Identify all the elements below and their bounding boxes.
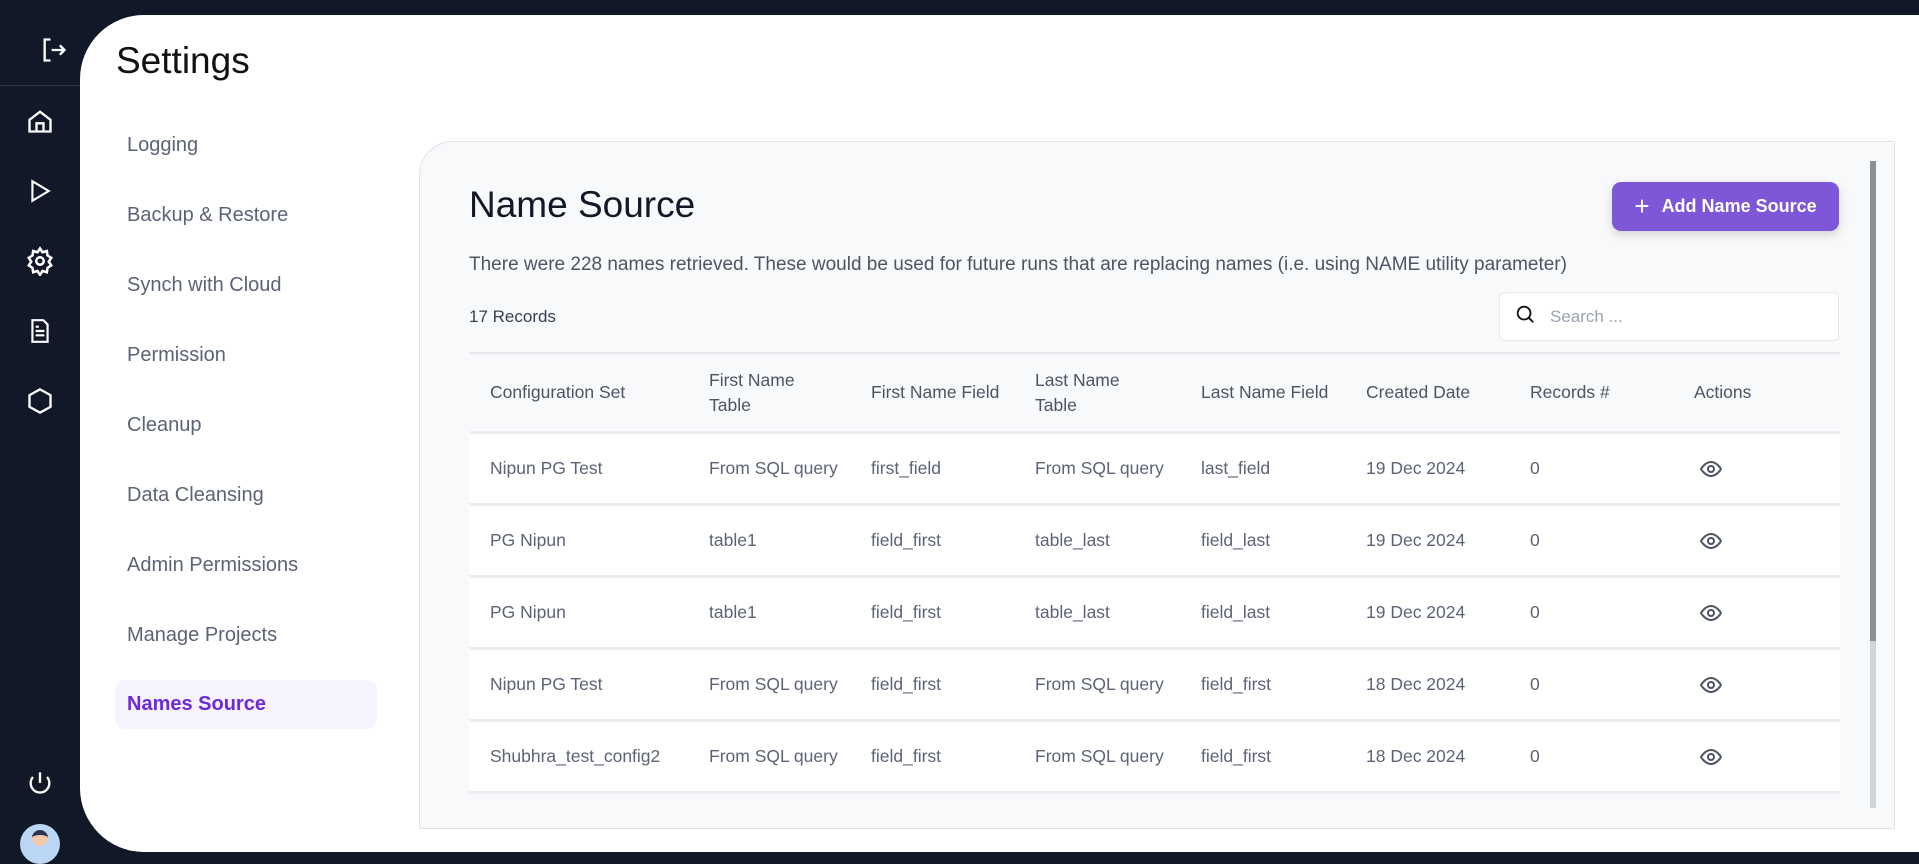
cell-last-name-table: From SQL query xyxy=(1035,458,1164,478)
divider xyxy=(0,85,80,86)
add-name-source-button[interactable]: + Add Name Source xyxy=(1612,182,1839,231)
plus-icon: + xyxy=(1634,191,1650,221)
view-eye-icon[interactable] xyxy=(1699,578,1829,647)
cell-first-name-field: first_field xyxy=(871,458,942,478)
cell-records: 0 xyxy=(1530,602,1540,622)
menu-item-synch-cloud[interactable]: Synch with Cloud xyxy=(115,250,377,320)
cell-last-name-table: From SQL query xyxy=(1035,674,1164,694)
settings-menu: Logging Backup & Restore Synch with Clou… xyxy=(115,110,377,729)
search-box[interactable] xyxy=(1499,292,1839,341)
table-row: Shubhra_test_config2 From SQL query field_… xyxy=(469,722,1840,794)
cell-last-name-field: last_field xyxy=(1201,458,1271,478)
cell-records: 0 xyxy=(1530,674,1540,694)
cell-first-name-table: table1 xyxy=(709,530,757,550)
hexagon-icon[interactable] xyxy=(24,385,56,417)
cell-first-name-table: From SQL query xyxy=(709,746,838,766)
cell-configuration-set: PG Nipun xyxy=(490,530,566,550)
menu-item-manage-projects[interactable]: Manage Projects xyxy=(115,600,377,670)
menu-item-backup-restore[interactable]: Backup & Restore xyxy=(115,180,377,250)
name-source-table: Configuration Set First Name Table First… xyxy=(469,352,1840,828)
header-records[interactable]: Records # xyxy=(1530,354,1660,431)
cell-last-name-table: From SQL query xyxy=(1035,746,1164,766)
menu-item-data-cleansing[interactable]: Data Cleansing xyxy=(115,460,377,530)
cell-configuration-set: Shubhra_test_config2 xyxy=(490,746,661,766)
description: There were 228 names retrieved. These wo… xyxy=(469,254,1567,275)
header-last-name-field[interactable]: Last Name Field xyxy=(1201,354,1331,431)
cell-first-name-field: field_first xyxy=(871,674,942,694)
cell-first-name-table: From SQL query xyxy=(709,674,838,694)
cell-first-name-field: field_first xyxy=(871,602,942,622)
cell-first-name-field: field_first xyxy=(871,530,942,550)
page-title: Settings xyxy=(116,40,250,81)
view-eye-icon[interactable] xyxy=(1699,434,1829,503)
table-header: Configuration Set First Name Table First… xyxy=(469,354,1840,434)
table-row: PG Nipun table1 field_first table_last field… xyxy=(469,578,1840,650)
cell-created-date: 19 Dec 2024 xyxy=(1366,530,1466,550)
section-title: Name Source xyxy=(469,184,696,225)
menu-item-admin-permissions[interactable]: Admin Permissions xyxy=(115,530,377,600)
cell-records: 0 xyxy=(1530,458,1540,478)
cell-last-name-field: field_last xyxy=(1201,602,1271,622)
cell-configuration-set: Nipun PG Test xyxy=(490,674,603,694)
cell-first-name-table: From SQL query xyxy=(709,458,838,478)
document-icon[interactable] xyxy=(24,315,56,347)
play-icon[interactable] xyxy=(24,175,56,207)
cell-created-date: 19 Dec 2024 xyxy=(1366,458,1466,478)
cell-records: 0 xyxy=(1530,530,1540,550)
cell-last-name-field: field_first xyxy=(1201,674,1272,694)
records-count: 17 Records xyxy=(469,307,556,326)
power-icon[interactable] xyxy=(24,768,56,800)
table-row: Nipun PG Test From SQL query first_field Fr… xyxy=(469,434,1840,506)
view-eye-icon[interactable] xyxy=(1699,722,1829,791)
menu-item-cleanup[interactable]: Cleanup xyxy=(115,390,377,460)
scrollbar-thumb[interactable] xyxy=(1870,161,1876,641)
cell-last-name-table: table_last xyxy=(1035,602,1110,622)
header-first-name-field[interactable]: First Name Field xyxy=(871,354,1001,431)
add-button-label: Add Name Source xyxy=(1661,196,1817,216)
view-eye-icon[interactable] xyxy=(1699,650,1829,719)
name-source-card: Name Source + Add Name Source There were… xyxy=(419,141,1895,829)
cell-first-name-table: table1 xyxy=(709,602,757,622)
cell-last-name-table: table_last xyxy=(1035,530,1110,550)
menu-item-permission[interactable]: Permission xyxy=(115,320,377,390)
cell-configuration-set: Nipun PG Test xyxy=(490,458,603,478)
menu-item-names-source[interactable]: Names Source xyxy=(115,680,377,729)
scrollbar[interactable] xyxy=(1870,161,1876,808)
header-actions: Actions xyxy=(1694,382,1752,402)
cell-last-name-field: field_first xyxy=(1201,746,1272,766)
icon-rail xyxy=(0,0,80,864)
header-created-date[interactable]: Created Date xyxy=(1366,354,1506,431)
view-eye-icon[interactable] xyxy=(1699,506,1829,575)
search-input[interactable] xyxy=(1550,306,1820,327)
cell-created-date: 19 Dec 2024 xyxy=(1366,602,1466,622)
cell-first-name-field: field_first xyxy=(871,746,942,766)
home-icon[interactable] xyxy=(24,105,56,137)
cell-created-date: 18 Dec 2024 xyxy=(1366,746,1466,766)
table-row-partial xyxy=(469,794,1840,828)
gear-icon[interactable] xyxy=(24,245,56,277)
cell-last-name-field: field_last xyxy=(1201,530,1271,550)
cell-created-date: 18 Dec 2024 xyxy=(1366,674,1466,694)
table-row: PG Nipun table1 field_first table_last field… xyxy=(469,506,1840,578)
logout-icon[interactable] xyxy=(38,34,70,66)
cell-configuration-set: PG Nipun xyxy=(490,602,566,622)
menu-item-logging[interactable]: Logging xyxy=(115,110,377,180)
header-last-name-table[interactable]: Last Name Table xyxy=(1035,354,1165,431)
avatar[interactable] xyxy=(20,824,60,864)
table-row: Nipun PG Test From SQL query field_first Fr… xyxy=(469,650,1840,722)
cell-records: 0 xyxy=(1530,746,1540,766)
search-icon xyxy=(1514,303,1536,330)
header-configuration-set[interactable]: Configuration Set xyxy=(490,354,690,431)
header-first-name-table[interactable]: First Name Table xyxy=(709,354,839,431)
